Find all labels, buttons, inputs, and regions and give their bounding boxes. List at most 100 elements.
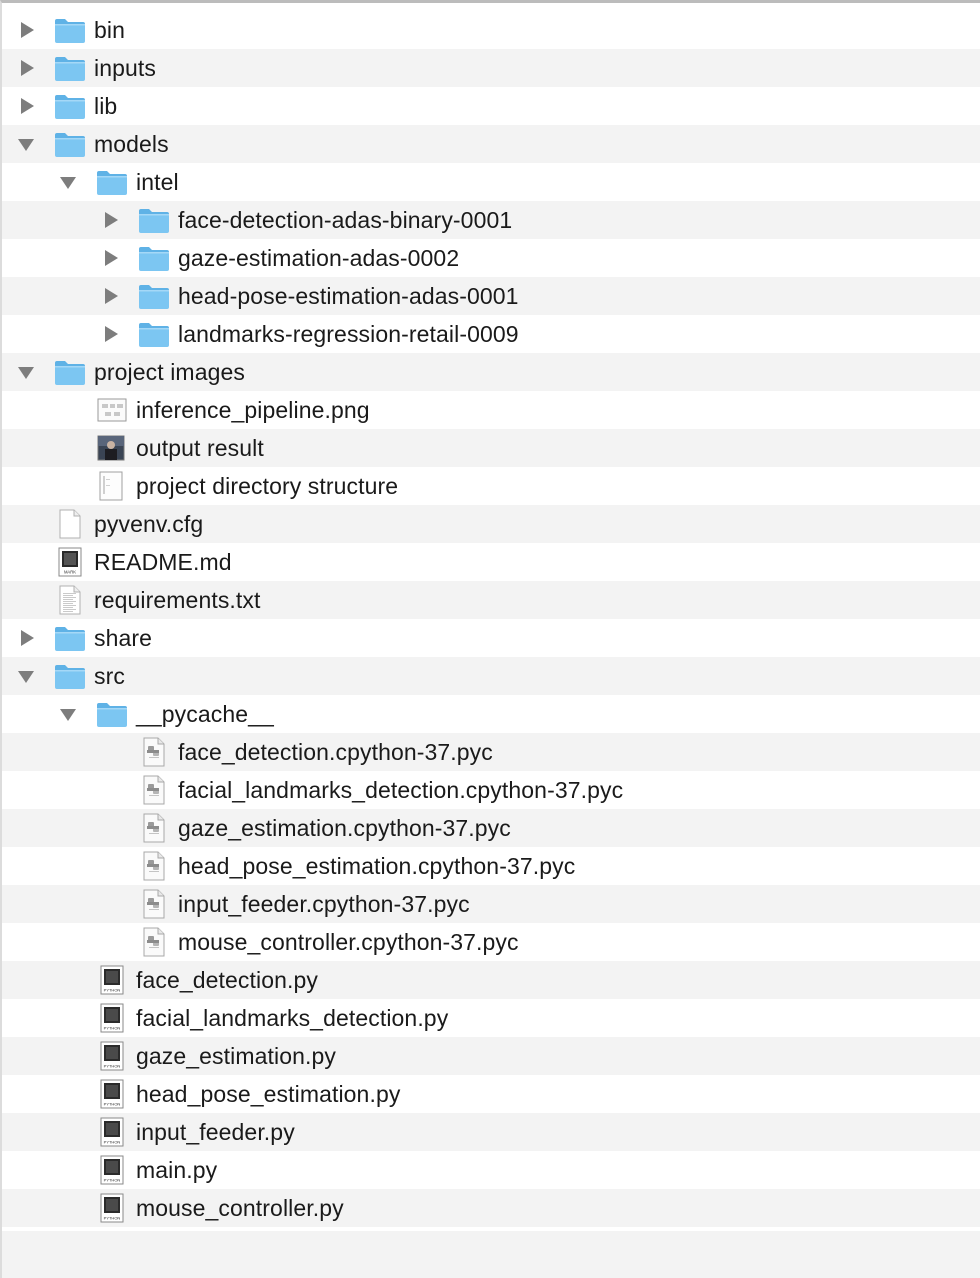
compiled-python-file-icon — [138, 737, 170, 767]
item-label: facial_landmarks_detection.cpython-37.py… — [178, 776, 624, 803]
file-row[interactable]: PYTHON head_pose_estimation.py — [2, 1075, 980, 1113]
item-label: inference_pipeline.png — [136, 396, 370, 423]
item-label: models — [94, 130, 169, 157]
compiled-python-file-icon — [138, 927, 170, 957]
item-label: head-pose-estimation-adas-0001 — [178, 282, 519, 309]
folder-row[interactable]: share — [2, 619, 980, 657]
folder-row[interactable]: project images — [2, 353, 980, 391]
item-label: gaze_estimation.cpython-37.pyc — [178, 814, 511, 841]
svg-text:PYTHON: PYTHON — [104, 1064, 121, 1069]
python-file-icon: PYTHON — [96, 1041, 128, 1071]
python-file-icon: PYTHON — [96, 1003, 128, 1033]
item-label: project directory structure — [136, 472, 399, 499]
folder-icon — [138, 281, 170, 311]
folder-row[interactable]: bin — [2, 11, 980, 49]
folder-row[interactable]: inputs — [2, 49, 980, 87]
folder-icon — [54, 53, 86, 83]
file-row[interactable]: PYTHON face_detection.py — [2, 961, 980, 999]
disclosure-triangle-expanded-icon[interactable] — [18, 135, 36, 153]
disclosure-triangle-collapsed-icon[interactable] — [18, 59, 36, 77]
blank-file-icon — [54, 509, 86, 539]
screenshot-file-icon — [96, 471, 128, 501]
folder-row[interactable]: landmarks-regression-retail-0009 — [2, 315, 980, 353]
file-row[interactable]: mouse_controller.cpython-37.pyc — [2, 923, 980, 961]
svg-text:PYTHON: PYTHON — [104, 988, 121, 993]
file-row[interactable]: PYTHON input_feeder.py — [2, 1113, 980, 1151]
item-label: head_pose_estimation.py — [136, 1080, 401, 1107]
folder-row[interactable]: src — [2, 657, 980, 695]
folder-icon — [54, 129, 86, 159]
item-label: head_pose_estimation.cpython-37.pyc — [178, 852, 576, 879]
svg-text:PYTHON: PYTHON — [104, 1026, 121, 1031]
folder-icon — [54, 91, 86, 121]
svg-text:PYTHON: PYTHON — [104, 1140, 121, 1145]
compiled-python-file-icon — [138, 889, 170, 919]
file-row[interactable]: inference_pipeline.png — [2, 391, 980, 429]
item-label: face_detection.py — [136, 966, 318, 993]
item-label: gaze-estimation-adas-0002 — [178, 244, 460, 271]
disclosure-triangle-expanded-icon[interactable] — [60, 705, 78, 723]
folder-row[interactable]: face-detection-adas-binary-0001 — [2, 201, 980, 239]
file-row[interactable]: input_feeder.cpython-37.pyc — [2, 885, 980, 923]
disclosure-triangle-collapsed-icon[interactable] — [102, 287, 120, 305]
item-label: mouse_controller.py — [136, 1194, 344, 1221]
python-file-icon: PYTHON — [96, 1079, 128, 1109]
item-label: mouse_controller.cpython-37.pyc — [178, 928, 519, 955]
item-label: README.md — [94, 548, 232, 575]
file-row[interactable]: face_detection.cpython-37.pyc — [2, 733, 980, 771]
disclosure-triangle-collapsed-icon[interactable] — [18, 629, 36, 647]
file-row[interactable]: PYTHON facial_landmarks_detection.py — [2, 999, 980, 1037]
file-row[interactable]: requirements.txt — [2, 581, 980, 619]
compiled-python-file-icon — [138, 851, 170, 881]
folder-row[interactable]: lib — [2, 87, 980, 125]
file-row[interactable]: PYTHON gaze_estimation.py — [2, 1037, 980, 1075]
item-label: gaze_estimation.py — [136, 1042, 336, 1069]
item-label: bin — [94, 16, 125, 43]
item-label: input_feeder.py — [136, 1118, 295, 1145]
file-row[interactable]: project directory structure — [2, 467, 980, 505]
svg-text:MARK: MARK — [64, 570, 76, 575]
file-row[interactable]: facial_landmarks_detection.cpython-37.py… — [2, 771, 980, 809]
folder-row[interactable]: gaze-estimation-adas-0002 — [2, 239, 980, 277]
file-row[interactable]: pyvenv.cfg — [2, 505, 980, 543]
disclosure-triangle-expanded-icon[interactable] — [18, 363, 36, 381]
file-row[interactable]: gaze_estimation.cpython-37.pyc — [2, 809, 980, 847]
folder-row[interactable]: intel — [2, 163, 980, 201]
file-tree-list: bin inputs lib models intel face-detection-ad… — [2, 11, 980, 1227]
disclosure-triangle-collapsed-icon[interactable] — [102, 211, 120, 229]
disclosure-triangle-expanded-icon[interactable] — [60, 173, 78, 191]
file-row[interactable]: MARK README.md — [2, 543, 980, 581]
file-row[interactable]: PYTHON mouse_controller.py — [2, 1189, 980, 1227]
folder-icon — [138, 243, 170, 273]
disclosure-triangle-expanded-icon[interactable] — [18, 667, 36, 685]
folder-icon — [54, 357, 86, 387]
folder-icon — [96, 699, 128, 729]
disclosure-triangle-collapsed-icon[interactable] — [18, 21, 36, 39]
disclosure-triangle-collapsed-icon[interactable] — [102, 249, 120, 267]
disclosure-triangle-collapsed-icon[interactable] — [18, 97, 36, 115]
file-row[interactable]: PYTHON main.py — [2, 1151, 980, 1189]
folder-row[interactable]: __pycache__ — [2, 695, 980, 733]
folder-row[interactable]: head-pose-estimation-adas-0001 — [2, 277, 980, 315]
item-label: input_feeder.cpython-37.pyc — [178, 890, 470, 917]
disclosure-triangle-collapsed-icon[interactable] — [102, 325, 120, 343]
markdown-file-icon: MARK — [54, 547, 86, 577]
photo-file-icon — [96, 433, 128, 463]
folder-row[interactable]: models — [2, 125, 980, 163]
file-row[interactable]: output result — [2, 429, 980, 467]
file-row[interactable]: head_pose_estimation.cpython-37.pyc — [2, 847, 980, 885]
compiled-python-file-icon — [138, 775, 170, 805]
